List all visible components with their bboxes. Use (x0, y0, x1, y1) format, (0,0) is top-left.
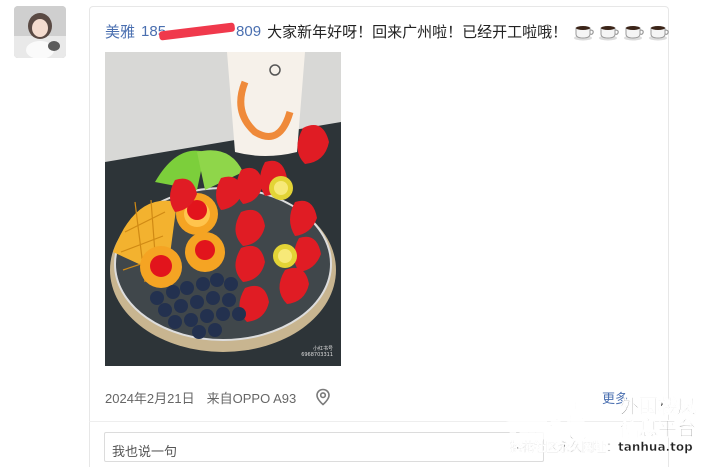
hot-beverage-icon (649, 26, 669, 41)
hot-beverage-icon (574, 26, 594, 41)
photo-watermark-line2: 6968703311 (301, 352, 333, 358)
post-header: 美雅 185 809 大家新年好呀！回来广州啦！已经开工啦哦！ (105, 18, 670, 44)
post-meta: 2024年2月21日 来自OPPO A93 (105, 388, 296, 407)
author-phone: 185 809 (141, 21, 262, 41)
phone-tail: 809 (236, 22, 262, 40)
post-source: 来自OPPO A93 (206, 391, 297, 406)
fruit-platter-image (105, 52, 341, 366)
hot-beverage-icon (599, 26, 619, 41)
post-photo[interactable]: 小红书号 6968703311 (105, 52, 341, 366)
location-pin-icon[interactable] (314, 388, 332, 406)
more-link[interactable]: 更多 (602, 388, 628, 407)
photo-watermark: 小红书号 6968703311 (301, 345, 333, 358)
redaction-mark (158, 21, 236, 41)
post-date: 2024年2月21日 (105, 391, 195, 406)
hot-beverage-icon (624, 26, 644, 41)
emoji-group (573, 20, 670, 42)
divider (89, 421, 667, 422)
avatar-image (14, 6, 66, 58)
photo-watermark-line1: 小红书号 (312, 346, 333, 352)
comment-input[interactable] (104, 432, 544, 462)
post-message: 大家新年好呀！回来广州啦！已经开工啦哦！ (267, 23, 568, 41)
author-name[interactable]: 美雅 (105, 21, 135, 42)
avatar[interactable] (14, 6, 66, 58)
